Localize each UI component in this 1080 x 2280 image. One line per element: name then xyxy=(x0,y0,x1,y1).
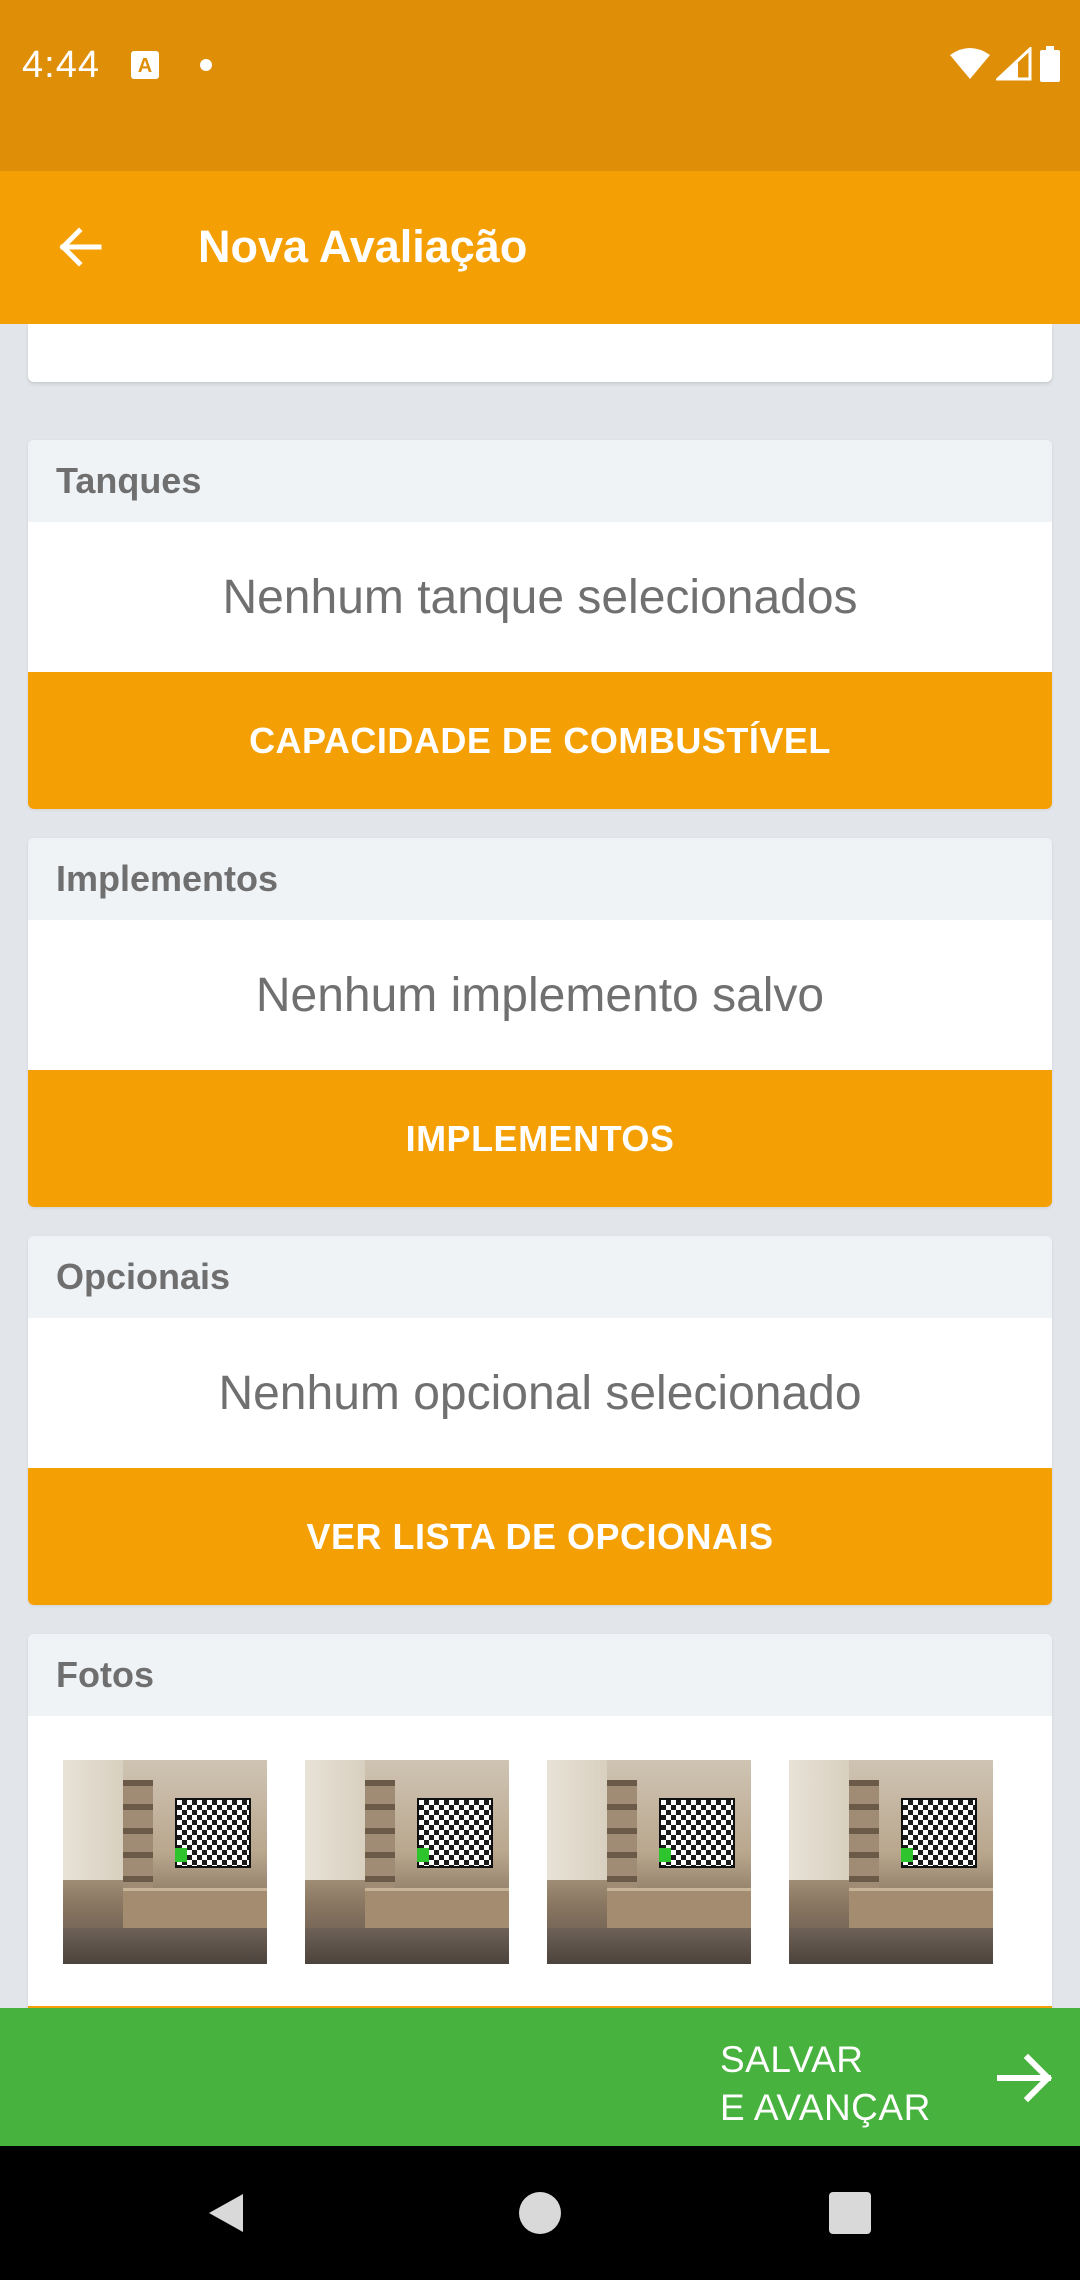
nav-home-icon[interactable] xyxy=(519,2192,561,2234)
opcionais-header: Opcionais xyxy=(28,1236,1052,1318)
signal-icon xyxy=(996,47,1032,81)
fuel-capacity-button[interactable]: CAPACIDADE DE COMBUSTÍVEL xyxy=(28,672,1052,809)
photo-thumbnail[interactable] xyxy=(789,1760,993,1964)
tanques-header: Tanques xyxy=(28,440,1052,522)
notification-dot-icon xyxy=(200,59,212,71)
bottom-action-bar: SALVAR E AVANÇAR xyxy=(0,2008,1080,2146)
photo-thumbnail[interactable] xyxy=(305,1760,509,1964)
system-nav-bar xyxy=(0,2146,1080,2280)
implementos-button[interactable]: IMPLEMENTOS xyxy=(28,1070,1052,1207)
save-and-next-button[interactable]: SALVAR E AVANÇAR xyxy=(720,2008,1080,2146)
save-label-line2: E AVANÇAR xyxy=(720,2087,931,2128)
photo-thumbnail[interactable] xyxy=(63,1760,267,1964)
photo-thumbnail[interactable] xyxy=(547,1760,751,1964)
opcionais-card: Opcionais Nenhum opcional selecionado VE… xyxy=(28,1236,1052,1605)
status-right-icons xyxy=(950,46,1062,82)
status-time: 4:44 xyxy=(22,44,100,86)
implementos-empty-text: Nenhum implemento salvo xyxy=(28,920,1052,1070)
app-bar: Nova Avaliação xyxy=(0,171,1080,324)
nav-recents-icon[interactable] xyxy=(829,2192,871,2234)
arrow-right-icon xyxy=(997,2053,1053,2103)
arrow-left-icon xyxy=(59,227,102,267)
opcionais-empty-text: Nenhum opcional selecionado xyxy=(28,1318,1052,1468)
save-and-next-label: SALVAR E AVANÇAR xyxy=(720,2036,931,2132)
back-button[interactable] xyxy=(40,207,120,287)
previous-card xyxy=(28,324,1052,382)
fotos-header: Fotos xyxy=(28,1634,1052,1716)
implementos-header: Implementos xyxy=(28,838,1052,920)
autofill-a-icon: A xyxy=(131,51,159,79)
page-title: Nova Avaliação xyxy=(198,221,528,272)
fotos-card: Fotos xyxy=(28,1634,1052,2008)
form-content[interactable]: Tanques Nenhum tanque selecionados CAPAC… xyxy=(0,324,1080,2008)
tanques-empty-text: Nenhum tanque selecionados xyxy=(28,522,1052,672)
status-bar: 4:44 A xyxy=(0,0,1080,171)
view-opcionais-list-button[interactable]: VER LISTA DE OPCIONAIS xyxy=(28,1468,1052,1605)
battery-icon xyxy=(1040,46,1060,82)
photos-row xyxy=(28,1716,1052,2008)
implementos-card: Implementos Nenhum implemento salvo IMPL… xyxy=(28,838,1052,1207)
nav-back-icon[interactable] xyxy=(205,2192,247,2234)
svg-text:A: A xyxy=(138,55,152,77)
tanques-card: Tanques Nenhum tanque selecionados CAPAC… xyxy=(28,440,1052,809)
save-label-line1: SALVAR xyxy=(720,2039,864,2080)
wifi-icon xyxy=(950,48,990,79)
status-left-icons: A xyxy=(130,50,212,80)
